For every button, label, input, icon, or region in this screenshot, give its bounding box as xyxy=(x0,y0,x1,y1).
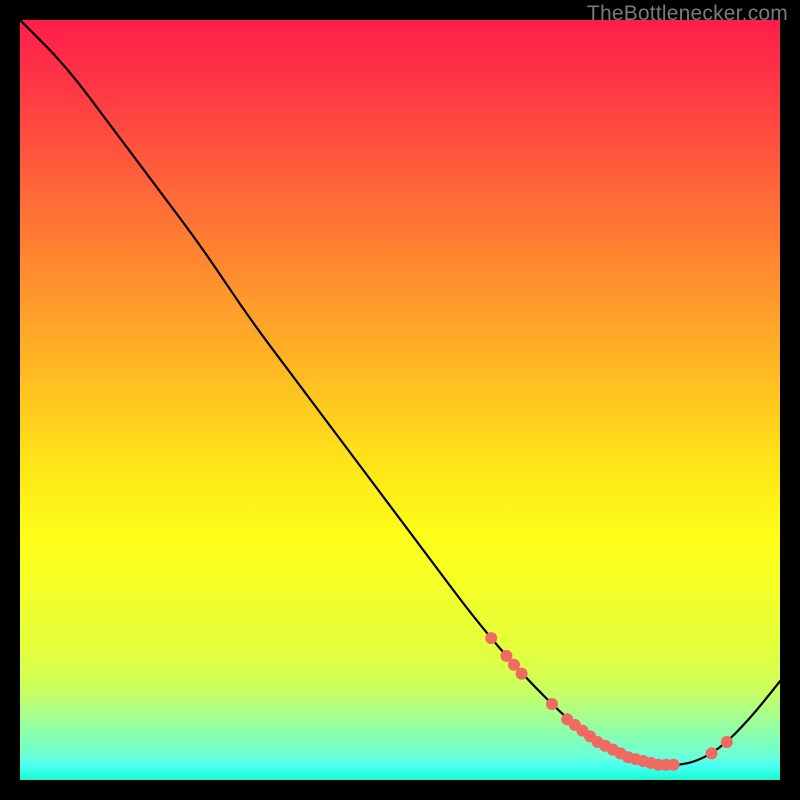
highlight-dot xyxy=(516,668,528,680)
highlight-dot xyxy=(668,759,680,771)
highlight-dots xyxy=(485,632,733,771)
chart-svg xyxy=(20,20,780,780)
highlight-dot xyxy=(721,736,733,748)
chart-container: TheBottlenecker.com xyxy=(0,0,800,800)
watermark-text: TheBottlenecker.com xyxy=(587,2,788,26)
plot-area xyxy=(20,20,780,780)
highlight-dot xyxy=(485,632,497,644)
highlight-dot xyxy=(546,698,558,710)
highlight-dot xyxy=(706,747,718,759)
bottleneck-curve-line xyxy=(20,20,780,765)
